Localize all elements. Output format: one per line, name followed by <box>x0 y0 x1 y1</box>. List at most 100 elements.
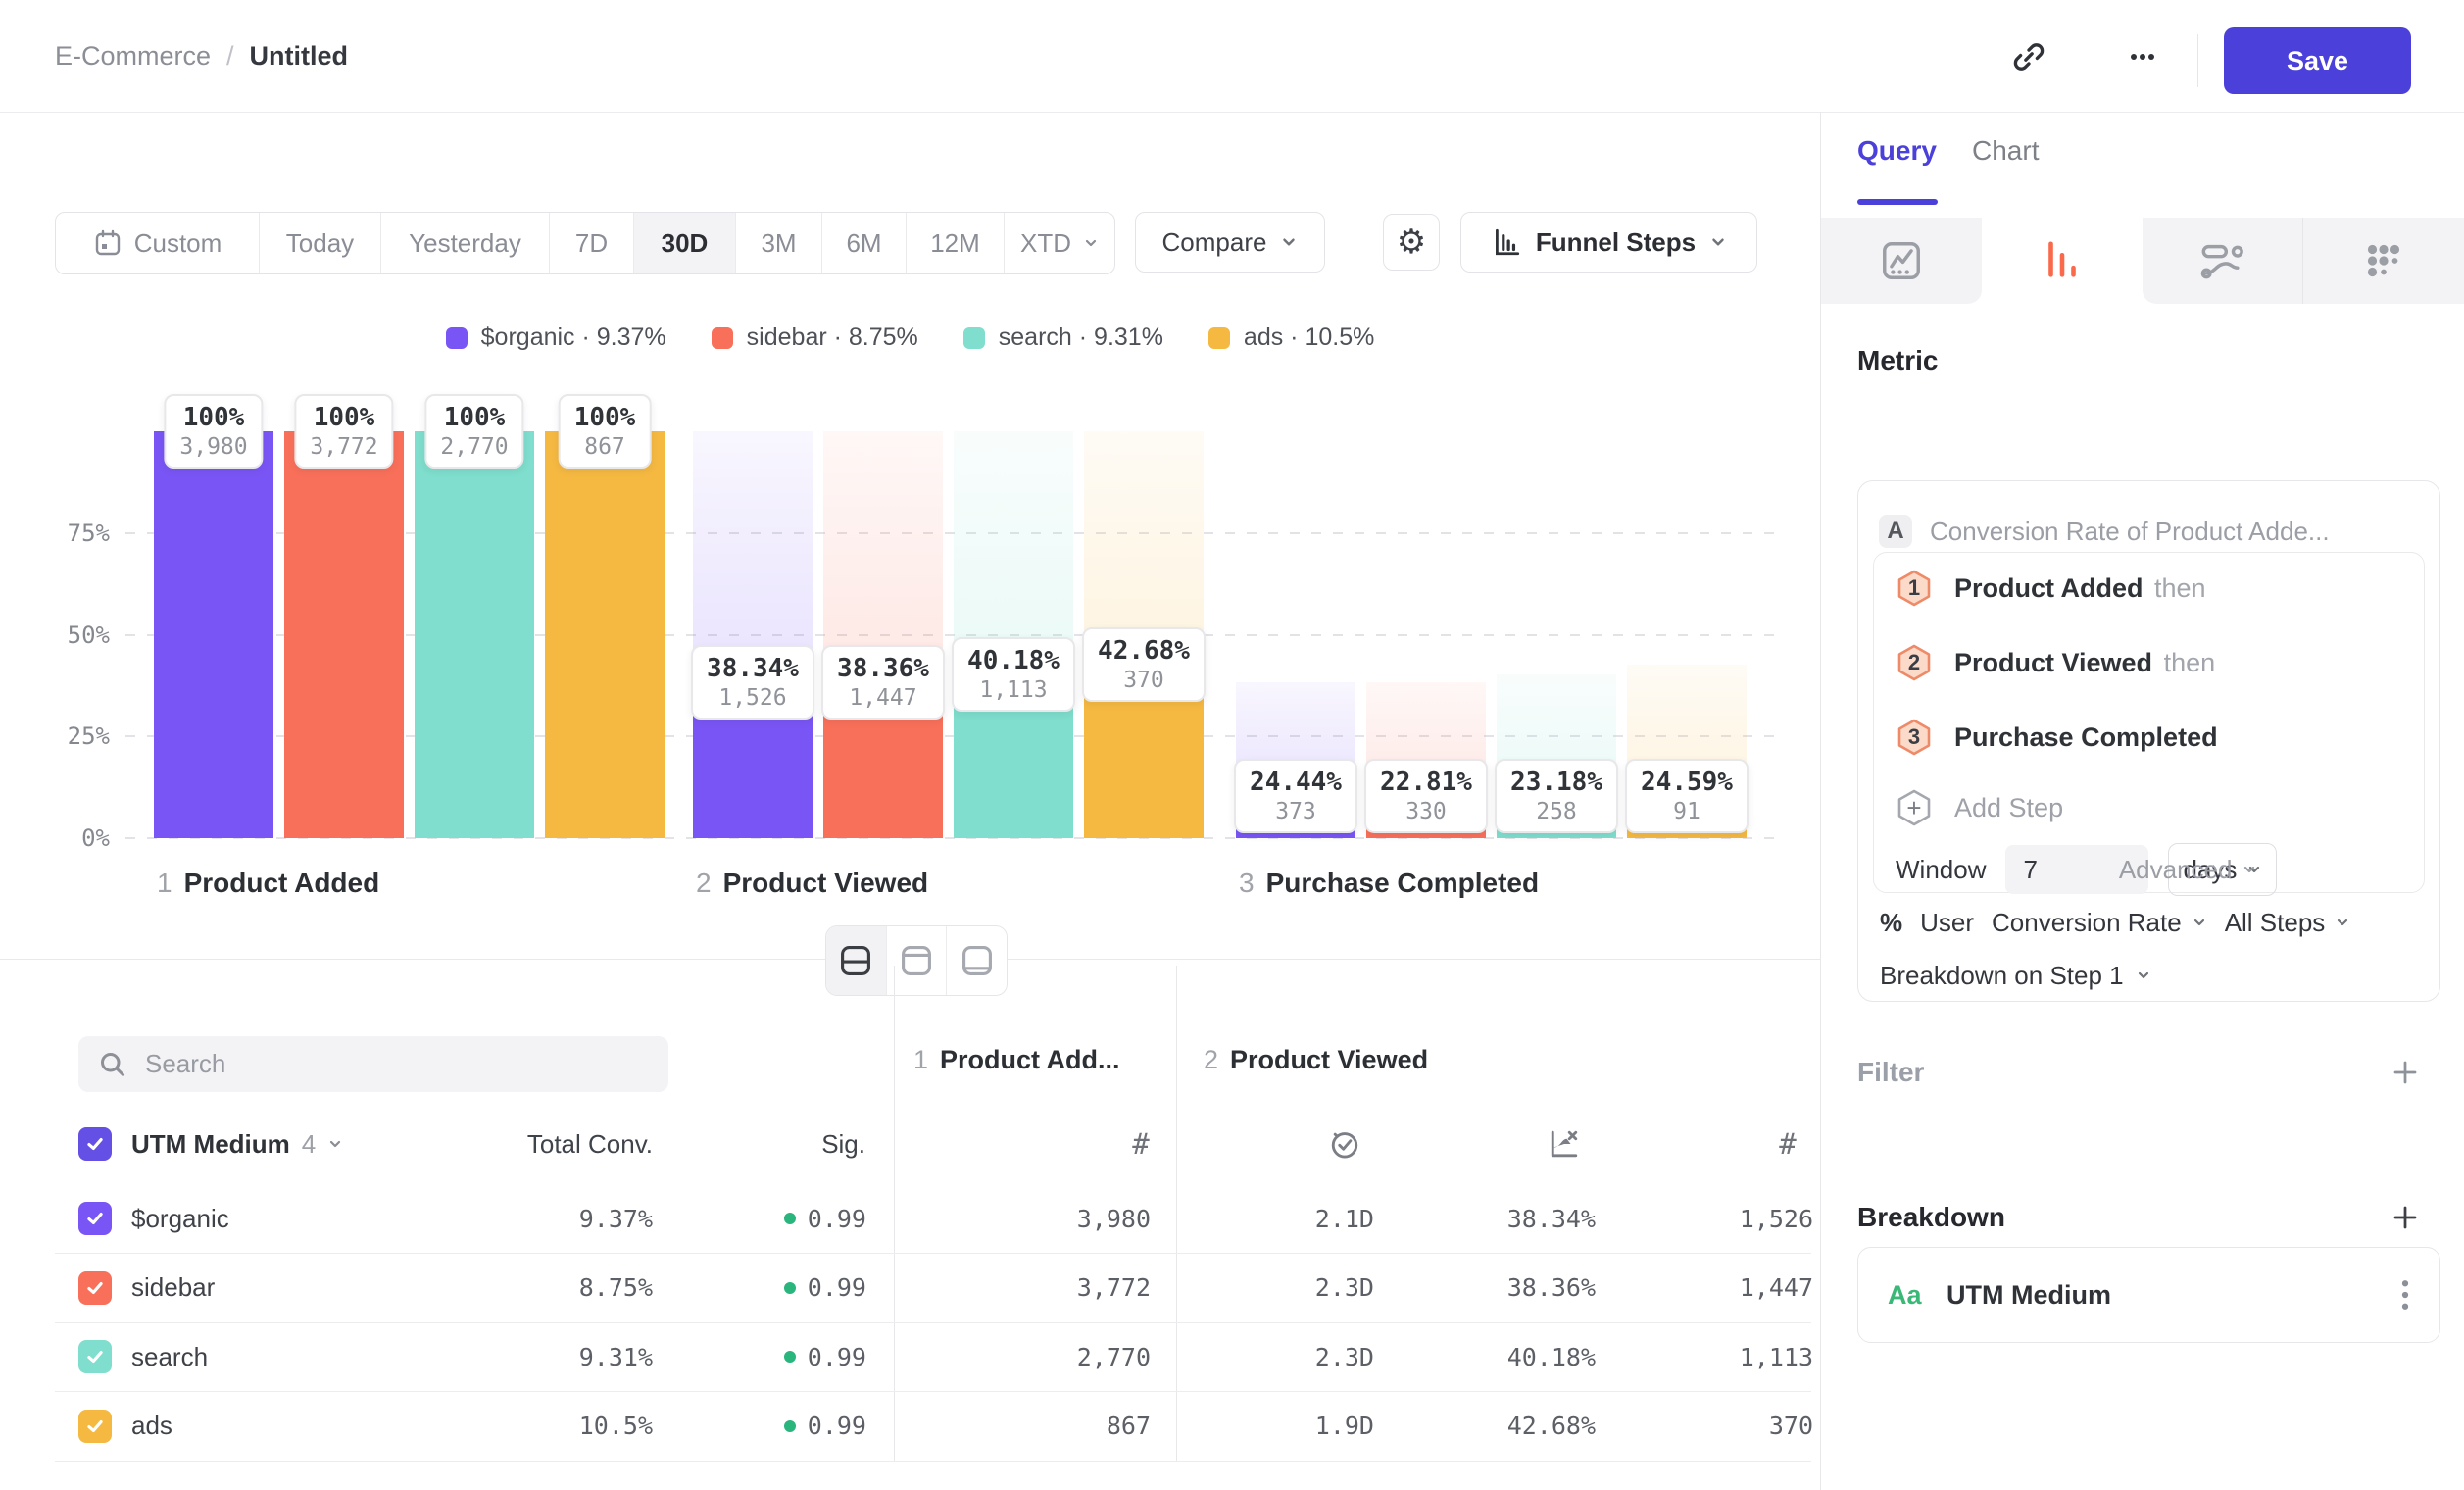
tab-retention[interactable] <box>2302 218 2464 304</box>
step2-conv: 38.34% <box>1411 1184 1596 1253</box>
row-checkbox[interactable] <box>78 1184 112 1253</box>
bar-pct: 38.34% <box>707 653 799 684</box>
row-checkbox[interactable] <box>78 1392 112 1461</box>
sig-dot <box>784 1351 796 1363</box>
table-step2-header: 2 Product Viewed <box>1204 1045 1428 1075</box>
metric-card: A Conversion Rate of Product Adde... 1Pr… <box>1857 480 2440 1002</box>
table-row-organic[interactable]: $organic9.37%0.993,9802.1D38.34%1,526 <box>55 1184 1811 1254</box>
more-options-button[interactable] <box>2119 33 2166 80</box>
row-checkbox[interactable] <box>78 1254 112 1322</box>
add-breakdown-button[interactable] <box>2386 1198 2425 1237</box>
step-number: 2 <box>1204 1045 1218 1075</box>
table-row-sidebar[interactable]: sidebar8.75%0.993,7722.3D38.36%1,447 <box>55 1254 1811 1323</box>
total-conv-header[interactable]: Total Conv. <box>431 1110 653 1178</box>
metric-step-3[interactable]: 3Purchase Completed <box>1896 710 2218 765</box>
step-event-name: Product Added then <box>1954 573 2206 604</box>
step2-conv: 40.18% <box>1411 1322 1596 1391</box>
step2-conv: 38.36% <box>1411 1254 1596 1322</box>
bar-value-label: 40.18%1,113 <box>952 637 1075 712</box>
measure-type-select[interactable]: Conversion Rate <box>1992 908 2207 938</box>
bar-value-label: 38.36%1,447 <box>821 645 945 720</box>
table-row-search[interactable]: search9.31%0.992,7702.3D40.18%1,113 <box>55 1322 1811 1392</box>
link-icon <box>2010 38 2047 75</box>
sig-dot <box>784 1213 796 1224</box>
advanced-label: Advanced <box>2119 855 2233 885</box>
step-hexagon-badge: 1 <box>1896 569 1933 608</box>
tab-funnel[interactable] <box>1982 218 2143 304</box>
top-panel-view-icon <box>898 943 935 978</box>
add-step-button[interactable]: + Add Step <box>1896 784 2063 831</box>
step2-conversion-column[interactable] <box>1537 1110 1592 1178</box>
layout-toggle-top-panel[interactable] <box>887 926 948 995</box>
bar-value-label: 100%867 <box>559 394 652 469</box>
row-checkbox[interactable] <box>78 1322 112 1391</box>
step-suffix: then <box>2147 573 2206 603</box>
search-box <box>78 1036 668 1092</box>
bar-pct: 23.18% <box>1510 767 1602 798</box>
row-name: search <box>131 1322 208 1391</box>
save-button[interactable]: Save <box>2224 27 2411 94</box>
y-tick-0%: 0% <box>35 824 110 852</box>
share-link-button[interactable] <box>2005 33 2052 80</box>
axis-step-2: 2Product Viewed <box>696 868 928 899</box>
metric-title[interactable]: Conversion Rate of Product Adde... <box>1930 517 2330 547</box>
measure-scope-select[interactable]: All Steps <box>2225 908 2351 938</box>
tab-flows[interactable] <box>2143 218 2303 304</box>
row-name: ads <box>131 1392 172 1461</box>
bar-value-label: 38.34%1,526 <box>691 645 814 720</box>
metric-step-1[interactable]: 1 Product Added then <box>1896 561 2206 616</box>
bar-count: 1,113 <box>967 676 1060 704</box>
step2-time-column[interactable] <box>1317 1110 1372 1178</box>
bar-pct: 24.44% <box>1250 767 1342 798</box>
bar-ads-step1[interactable] <box>545 431 665 838</box>
sig-value: 0.99 <box>764 1392 866 1461</box>
metric-step-2[interactable]: 2Product Viewed then <box>1896 635 2215 690</box>
step1-count: 867 <box>931 1392 1151 1461</box>
step-number: 3 <box>1239 868 1255 899</box>
sig-value: 0.99 <box>764 1184 866 1253</box>
group-column-label: UTM Medium <box>131 1129 290 1160</box>
funnel-icon <box>2040 238 2085 283</box>
step2-count: 370 <box>1627 1392 1813 1461</box>
step1-count-column[interactable]: # <box>1113 1110 1168 1178</box>
add-filter-button[interactable] <box>2386 1053 2425 1092</box>
step1-count: 3,772 <box>931 1254 1151 1322</box>
tab-insights[interactable] <box>1821 218 1982 304</box>
select-all-checkbox[interactable] <box>78 1110 112 1178</box>
bar-$organic-step1[interactable] <box>154 431 273 838</box>
layout-toggle-bottom-panel[interactable] <box>947 926 1007 995</box>
step2-time: 2.3D <box>1206 1254 1374 1322</box>
step1-count: 3,980 <box>931 1184 1151 1253</box>
sig-dot <box>784 1420 796 1432</box>
bar-search-step1[interactable] <box>415 431 534 838</box>
layout-toggle-split[interactable] <box>826 926 887 995</box>
table-row-ads[interactable]: ads10.5%0.998671.9D42.68%370 <box>55 1392 1811 1462</box>
bar-value-label: 22.81%330 <box>1364 759 1488 833</box>
bar-count: 3,980 <box>179 433 247 461</box>
step1-count: 2,770 <box>931 1322 1151 1391</box>
tab-query[interactable]: Query <box>1857 135 1937 167</box>
bar-sidebar-step1[interactable] <box>284 431 404 838</box>
bar-count: 373 <box>1250 798 1342 825</box>
sig-header[interactable]: Sig. <box>715 1110 865 1178</box>
advanced-toggle[interactable]: Advanced <box>2119 855 2258 885</box>
breakdown-kebab-menu[interactable] <box>2392 1248 2418 1342</box>
breakdown-on-step-select[interactable]: Breakdown on Step 1 <box>1880 958 2151 993</box>
search-input[interactable] <box>143 1048 649 1080</box>
measure-entity[interactable]: User <box>1920 908 1974 938</box>
sig-value: 0.99 <box>764 1322 866 1391</box>
tab-chart[interactable]: Chart <box>1972 135 2039 167</box>
step2-count: 1,447 <box>1627 1254 1813 1322</box>
measure-type-label: Conversion Rate <box>1992 908 2182 938</box>
step-number: 1 <box>913 1045 928 1075</box>
breakdown-item-card[interactable]: Aa UTM Medium <box>1857 1247 2440 1343</box>
axis-step-3: 3Purchase Completed <box>1239 868 1539 899</box>
step2-count-column[interactable]: # <box>1760 1110 1815 1178</box>
step-name: Product Add... <box>940 1045 1120 1075</box>
chevron-down-icon <box>327 1136 343 1152</box>
header-divider <box>2197 34 2198 87</box>
insights-icon <box>1879 238 1924 283</box>
sig-value: 0.99 <box>764 1254 866 1322</box>
group-column-header[interactable]: UTM Medium 4 <box>131 1110 343 1178</box>
step-event-name: Purchase Completed <box>1954 722 2218 753</box>
